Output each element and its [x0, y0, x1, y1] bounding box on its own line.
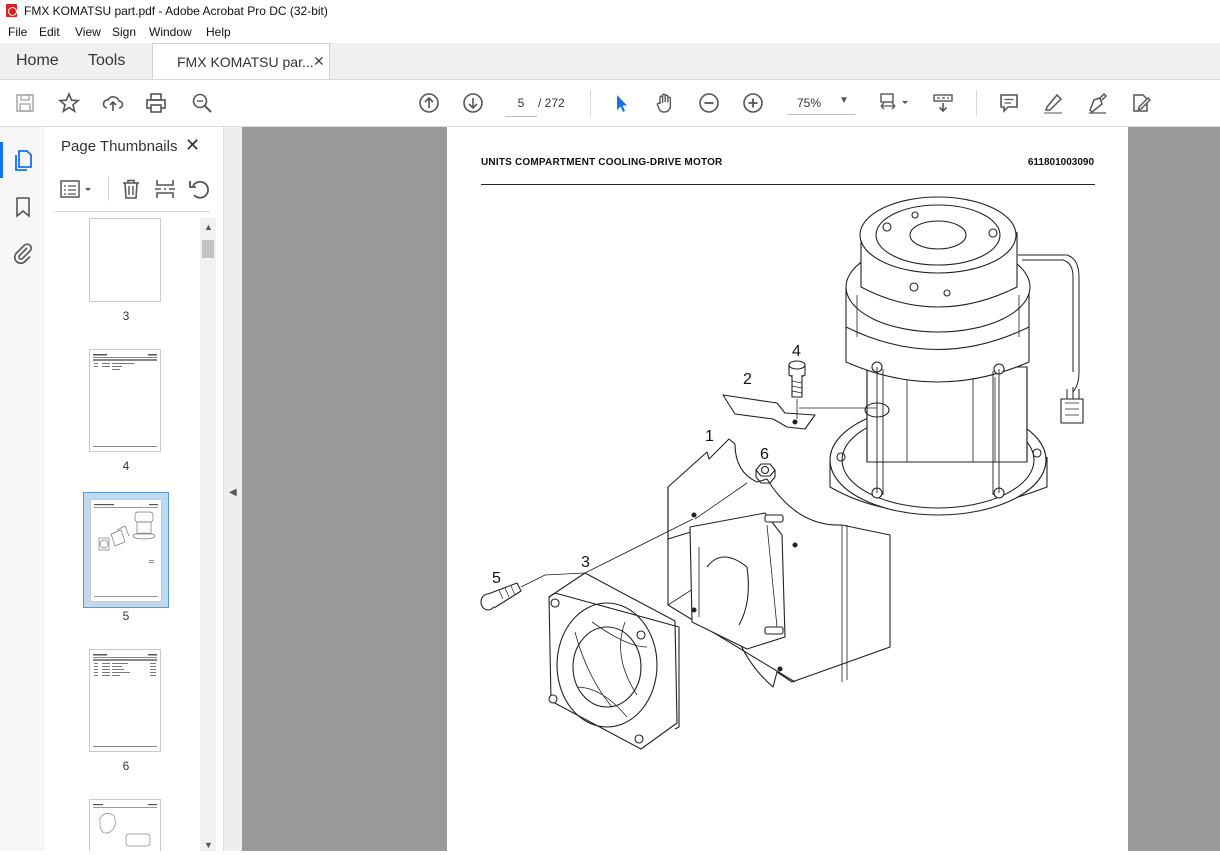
- divider: [55, 211, 210, 212]
- fill-sign-icon[interactable]: [1128, 90, 1154, 116]
- toolbar-divider: [108, 177, 109, 201]
- collapse-panel-icon[interactable]: ◀: [229, 487, 237, 498]
- page-total: / 272: [538, 96, 565, 110]
- close-tab-icon[interactable]: ✕: [313, 53, 325, 70]
- chevron-down-icon: ▼: [839, 95, 849, 106]
- thumbnail-label: 5: [122, 609, 130, 623]
- window-title: FMX KOMATSU part.pdf - Adobe Acrobat Pro…: [24, 4, 328, 18]
- thumbnail-label: 6: [122, 759, 130, 773]
- page-number-input[interactable]: [505, 90, 537, 117]
- tab-home[interactable]: Home: [16, 52, 59, 70]
- part-2-plate: [722, 394, 816, 430]
- zoom-level-select[interactable]: 75% ▼: [787, 90, 855, 115]
- callout-3: 3: [581, 554, 590, 571]
- bookmark-icon[interactable]: [11, 195, 35, 219]
- menu-bar: File Edit View Sign Window Help: [0, 22, 1220, 43]
- attachment-icon[interactable]: [11, 241, 35, 265]
- callout-4: 4: [792, 343, 801, 360]
- extract-page-icon[interactable]: [153, 177, 177, 201]
- tab-document-label: FMX KOMATSU par...: [177, 54, 314, 70]
- panel-title: Page Thumbnails: [61, 138, 178, 155]
- tab-document[interactable]: FMX KOMATSU par... ✕: [152, 43, 330, 79]
- part-4-bolt: [788, 360, 806, 419]
- toolbar-divider: [590, 90, 591, 116]
- thumbnail-content: [93, 654, 157, 747]
- thumbnail-page-3[interactable]: [89, 218, 161, 302]
- previous-page-icon[interactable]: [416, 90, 442, 116]
- callout-6: 6: [760, 446, 769, 463]
- star-icon[interactable]: [56, 90, 82, 116]
- scrollbar-thumb[interactable]: [202, 240, 214, 258]
- menu-window[interactable]: Window: [149, 25, 192, 39]
- save-icon[interactable]: [12, 90, 38, 116]
- page-display-icon[interactable]: [876, 90, 912, 116]
- thumbnail-label: 3: [122, 309, 130, 323]
- highlight-pen-icon[interactable]: [1040, 90, 1066, 116]
- acrobat-icon: [6, 4, 17, 17]
- next-page-icon[interactable]: [460, 90, 486, 116]
- title-bar: FMX KOMATSU part.pdf - Adobe Acrobat Pro…: [0, 0, 1220, 22]
- callout-1: 1: [705, 428, 714, 445]
- thumbnail-content: [94, 504, 158, 597]
- close-panel-icon[interactable]: ✕: [185, 135, 200, 156]
- zoom-out-icon[interactable]: [696, 90, 722, 116]
- scroll-mode-icon[interactable]: [930, 90, 956, 116]
- thumbnail-page-7[interactable]: [89, 799, 161, 851]
- thumbnail-page-4[interactable]: [89, 349, 161, 452]
- menu-edit[interactable]: Edit: [39, 25, 60, 39]
- tab-row: Home Tools FMX KOMATSU par... ✕: [0, 43, 1220, 80]
- toolbar-divider: [976, 90, 977, 116]
- tab-tools[interactable]: Tools: [88, 52, 125, 70]
- scroll-down-icon[interactable]: ▼: [204, 840, 213, 850]
- toolbar: / 272 75% ▼: [0, 80, 1220, 127]
- callout-2: 2: [743, 371, 752, 388]
- menu-sign[interactable]: Sign: [112, 25, 136, 39]
- delete-page-icon[interactable]: [119, 177, 143, 201]
- parts-drawing: 1 2 3 4 5 6: [480, 196, 1084, 750]
- menu-view[interactable]: View: [75, 25, 101, 39]
- part-3-fan: [548, 518, 694, 750]
- sign-pen-icon[interactable]: [1084, 90, 1110, 116]
- thumbnail-page-6[interactable]: [89, 649, 161, 752]
- thumbnail-content: [93, 804, 157, 847]
- upload-cloud-icon[interactable]: [100, 90, 126, 116]
- thumbnails-scrollbar[interactable]: ▲ ▼: [200, 218, 216, 851]
- navigation-rail: [0, 127, 46, 851]
- menu-file[interactable]: File: [8, 25, 27, 39]
- pdf-page: UNITS COMPARTMENT COOLING-DRIVE MOTOR 61…: [447, 127, 1128, 851]
- drive-motor: [829, 196, 1084, 516]
- select-cursor-icon[interactable]: [608, 90, 634, 116]
- print-icon[interactable]: [143, 90, 169, 116]
- thumbnail-options-icon[interactable]: [59, 177, 97, 201]
- thumbnail-content: [93, 354, 157, 447]
- thumbnails-panel: Page Thumbnails ✕ 3 4 5 6: [45, 127, 224, 851]
- comment-icon[interactable]: [996, 90, 1022, 116]
- thumbnail-page-5[interactable]: [90, 499, 162, 602]
- callout-5: 5: [492, 570, 501, 587]
- page-thumbnails-icon[interactable]: [0, 142, 35, 178]
- hand-tool-icon[interactable]: [652, 90, 678, 116]
- menu-help[interactable]: Help: [206, 25, 231, 39]
- scroll-up-icon[interactable]: ▲: [204, 222, 213, 232]
- zoom-level-value: 75%: [797, 96, 822, 110]
- zoom-in-icon[interactable]: [740, 90, 766, 116]
- rotate-icon[interactable]: [187, 177, 211, 201]
- panel-splitter[interactable]: ◀: [224, 127, 242, 851]
- thumbnail-label: 4: [122, 459, 130, 473]
- zoom-search-icon[interactable]: [189, 90, 215, 116]
